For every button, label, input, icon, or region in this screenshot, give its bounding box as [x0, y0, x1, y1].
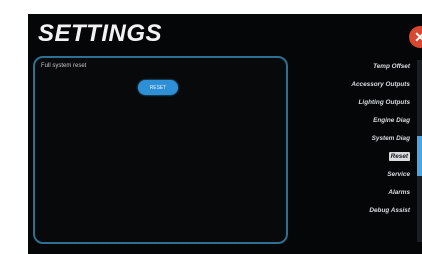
page-title: SETTINGS — [38, 20, 163, 47]
reset-panel: Full system reset RESET — [33, 56, 288, 244]
menu-item-debug-assist[interactable]: Debug Assist — [312, 202, 412, 220]
menu-item-service[interactable]: Service — [312, 166, 412, 184]
close-button[interactable]: ✕ — [409, 26, 422, 48]
close-icon: ✕ — [414, 28, 422, 45]
menu-item-system-diag[interactable]: System Diag — [312, 130, 412, 148]
menu-item-engine-diag[interactable]: Engine Diag — [312, 112, 412, 130]
reset-panel-label: Full system reset — [41, 63, 87, 69]
menu-item-alarms[interactable]: Alarms — [312, 184, 412, 202]
menu-item-temp-offset[interactable]: Temp Offset — [312, 58, 412, 76]
full-reset-button[interactable]: RESET — [138, 80, 178, 95]
settings-menu: Temp Offset Accessory Outputs Lighting O… — [312, 58, 412, 220]
menu-scroll-thumb[interactable] — [417, 136, 422, 176]
settings-screen: SETTINGS ✕ Full system reset RESET Temp … — [28, 14, 422, 254]
menu-item-accessory-outputs[interactable]: Accessory Outputs — [312, 76, 412, 94]
menu-item-lighting-outputs[interactable]: Lighting Outputs — [312, 94, 412, 112]
menu-item-reset[interactable]: Reset — [312, 148, 412, 166]
